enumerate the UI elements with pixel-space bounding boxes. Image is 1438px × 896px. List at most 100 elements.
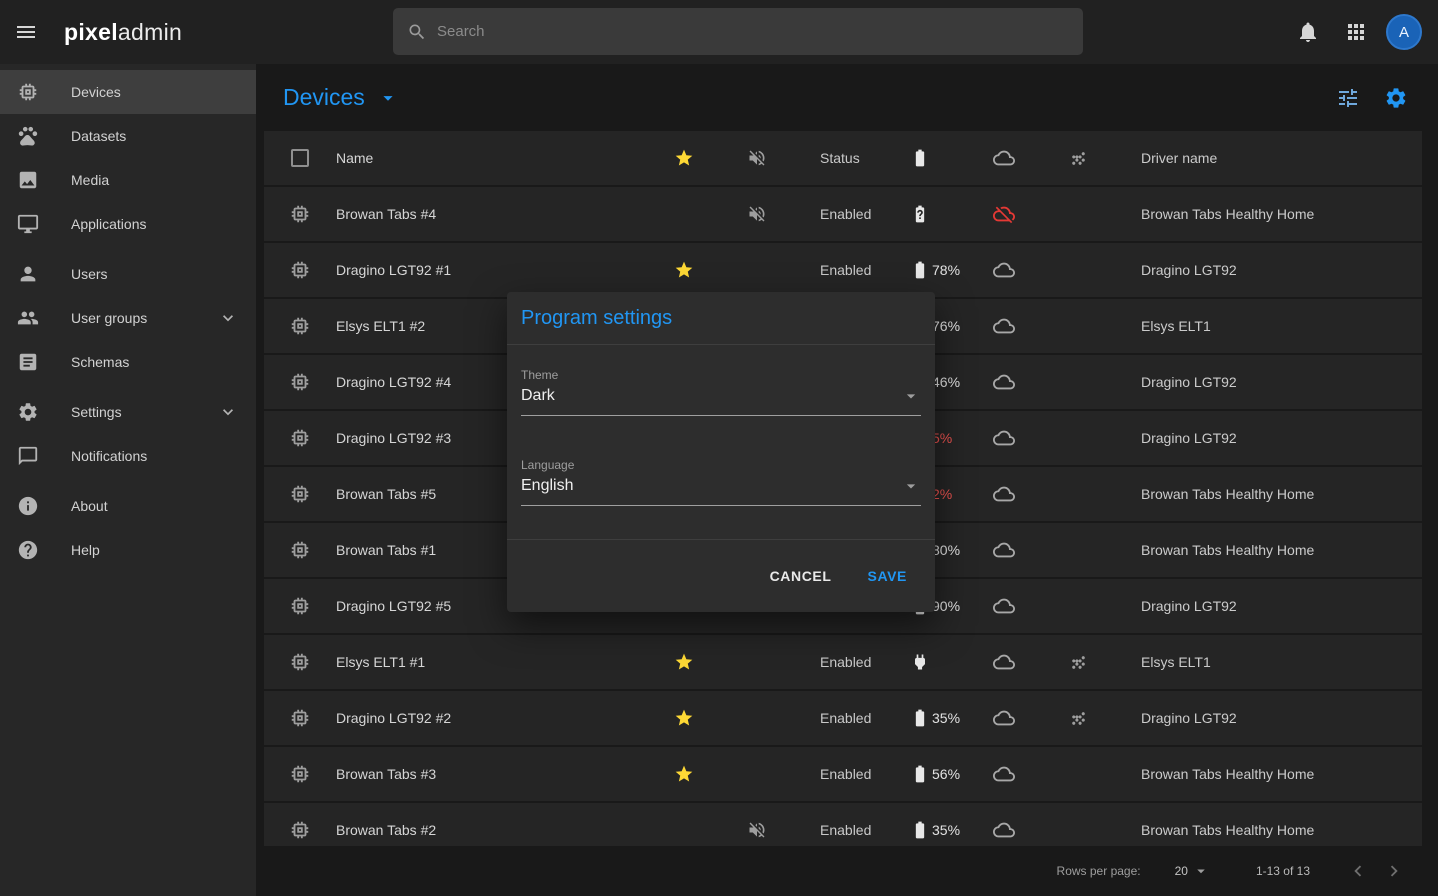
battery-percent: 2% [932,486,952,502]
page-title: Devices [283,84,365,111]
filter-tune-button[interactable] [1330,80,1366,116]
sidebar-item-about[interactable]: About [0,484,256,528]
device-name: Browan Tabs #2 [336,803,654,846]
theme-value: Dark [521,387,555,405]
sidebar-item-applications[interactable]: Applications [0,202,256,246]
page-header-actions [1330,80,1414,116]
column-header-driver: Driver name [1122,131,1422,185]
battery-percent: 90% [932,598,960,614]
program-settings-dialog: Program settings Theme Dark Language Eng… [507,292,935,612]
sidebar-item-help[interactable]: Help [0,528,256,572]
device-chip-icon [289,203,311,225]
cloud-icon [993,371,1015,393]
previous-page-button[interactable] [1340,853,1376,889]
battery-percent: 76% [932,318,960,334]
person-icon [16,263,40,285]
device-chip-icon [289,819,311,841]
star-icon [674,260,694,280]
battery-icon [910,708,930,728]
battery-icon [910,764,930,784]
search-icon [407,22,427,42]
sidebar-item-label: Applications [71,216,147,232]
sidebar-item-users[interactable]: Users [0,252,256,296]
device-driver: Browan Tabs Healthy Home [1122,467,1422,521]
table-settings-button[interactable] [1378,80,1414,116]
device-chip-icon [289,707,311,729]
device-driver: Browan Tabs Healthy Home [1122,747,1422,801]
sidebar-item-label: Media [71,172,109,188]
page-header: Devices [256,64,1438,131]
table-row[interactable]: Browan Tabs #3Enabled56%Browan Tabs Heal… [264,747,1422,801]
search-input[interactable] [437,23,1069,40]
device-name: Dragino LGT92 #1 [336,243,654,297]
device-chip-icon [289,539,311,561]
avatar[interactable]: A [1386,14,1422,50]
rows-per-page-select[interactable]: 20 [1175,862,1210,880]
power-plug-icon [910,652,930,672]
image-icon [16,169,40,191]
device-driver: Dragino LGT92 [1122,691,1422,745]
select-all-checkbox[interactable] [291,149,309,167]
table-row[interactable]: Dragino LGT92 #1Enabled78%Dragino LGT92 [264,243,1422,297]
cloud-off-icon [993,203,1015,225]
next-page-button[interactable] [1376,853,1412,889]
device-name: Elsys ELT1 #1 [336,635,654,689]
table-row[interactable]: Browan Tabs #2Enabled35%Browan Tabs Heal… [264,803,1422,846]
star-icon [674,708,694,728]
sidebar-item-label: About [71,498,108,514]
table-row[interactable]: Browan Tabs #4EnabledBrowan Tabs Healthy… [264,187,1422,241]
topbar-actions: A [1290,14,1422,50]
table-row[interactable]: Dragino LGT92 #2 Enabled 35% Dragino LGT92 [264,691,1422,745]
sidebar-item-media[interactable]: Media [0,158,256,202]
language-select[interactable]: Language English [521,458,921,506]
cloud-icon [993,819,1015,841]
tune-icon [1336,86,1360,110]
cloud-icon [993,483,1015,505]
column-header-grain-icon [1069,149,1088,168]
battery-percent: 35% [932,822,960,838]
battery-percent: 56% [932,766,960,782]
battery-percent: 80% [932,542,960,558]
table-row[interactable]: Elsys ELT1 #1EnabledElsys ELT1 [264,635,1422,689]
cloud-icon [993,427,1015,449]
hamburger-menu-button[interactable] [8,14,44,50]
column-header-star-icon [674,148,694,168]
cloud-icon [993,539,1015,561]
apps-grid-icon [1344,20,1368,44]
device-status: Enabled [800,187,889,241]
cancel-button[interactable]: CANCEL [758,560,844,592]
device-name: Dragino LGT92 #2 [336,691,654,745]
grain-icon [1069,653,1088,672]
applications-icon [16,213,40,235]
sidebar-item-devices[interactable]: Devices [0,70,256,114]
star-icon [674,764,694,784]
cloud-icon [993,259,1015,281]
volume-off-icon [747,204,767,224]
sidebar-item-label: Datasets [71,128,126,144]
sidebar-item-user-groups[interactable]: User groups [0,296,256,340]
sidebar-item-label: Notifications [71,448,147,464]
battery-percent: 35% [932,710,960,726]
device-driver: Browan Tabs Healthy Home [1122,803,1422,846]
battery-icon [910,820,930,840]
device-chip-icon [289,427,311,449]
global-search [393,8,1083,55]
apps-grid-button[interactable] [1338,14,1374,50]
notifications-bell-button[interactable] [1290,14,1326,50]
page-title-dropdown-caret-icon[interactable] [377,87,399,109]
table-header-row: Name Status Driver name [264,131,1422,185]
rows-per-page-label: Rows per page: [1057,864,1141,878]
save-button[interactable]: SAVE [856,560,920,592]
sidebar-item-settings[interactable]: Settings [0,390,256,434]
theme-select[interactable]: Theme Dark [521,368,921,416]
device-status: Enabled [800,691,889,745]
device-driver: Browan Tabs Healthy Home [1122,187,1422,241]
topbar: pixeladmin A [0,0,1438,64]
dialog-actions: CANCEL SAVE [507,540,935,612]
sidebar-item-datasets[interactable]: Datasets [0,114,256,158]
battery-percent: 5% [932,430,952,446]
sidebar-item-notifications[interactable]: Notifications [0,434,256,478]
caret-down-icon [1192,862,1210,880]
theme-label: Theme [521,368,921,382]
sidebar-item-schemas[interactable]: Schemas [0,340,256,384]
